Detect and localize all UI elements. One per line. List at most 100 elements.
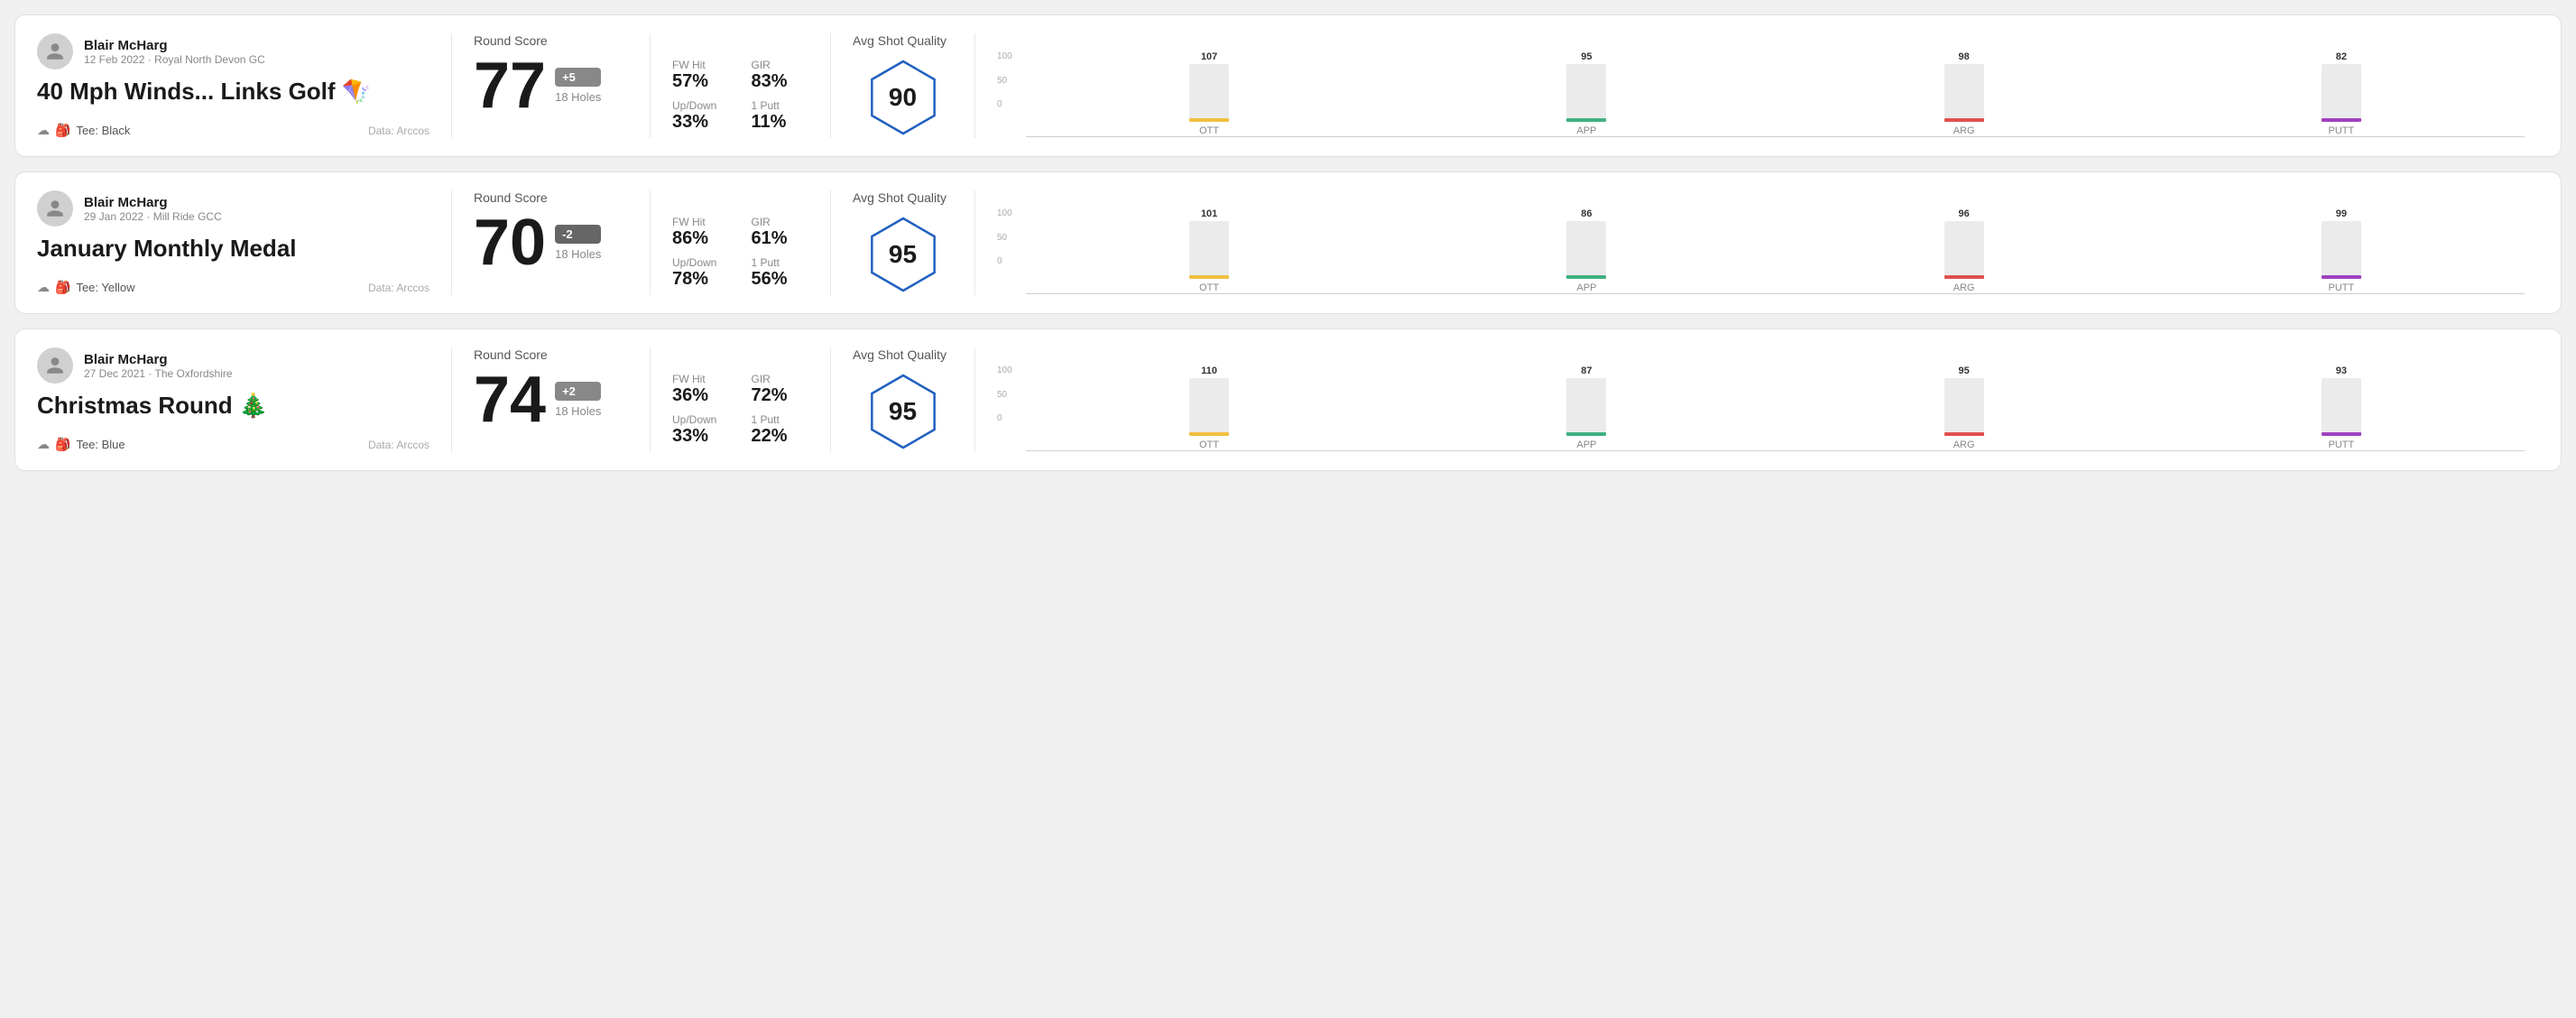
bar-value: 87 xyxy=(1581,366,1592,376)
hexagon: 95 xyxy=(863,214,944,295)
tee-label: Tee: Blue xyxy=(76,438,125,451)
bag-icon: 🎒 xyxy=(55,437,70,452)
bar-fill xyxy=(2322,432,2361,436)
updown-label: Up/Down xyxy=(672,413,730,426)
card-stats: FW Hit 86% GIR 61% Up/Down 78% 1 Putt 56… xyxy=(651,190,831,295)
score-holes: 18 Holes xyxy=(555,247,601,261)
card-quality: Avg Shot Quality 90 xyxy=(831,33,975,138)
updown-label: Up/Down xyxy=(672,256,730,269)
score-modifier-badge: +2 xyxy=(555,382,601,401)
gir-label: GIR xyxy=(752,59,809,71)
bar-group: 93 PUTT xyxy=(2158,366,2525,450)
bar-background xyxy=(1944,64,1984,122)
bar-fill xyxy=(2322,118,2361,122)
bar-fill xyxy=(1189,275,1229,279)
bar-value: 93 xyxy=(2336,366,2347,376)
bar-label: PUTT xyxy=(2329,440,2355,450)
stats-grid: FW Hit 36% GIR 72% Up/Down 33% 1 Putt 22… xyxy=(672,373,808,447)
gir-stat: GIR 83% xyxy=(752,59,809,92)
bar-fill xyxy=(1189,118,1229,122)
gir-label: GIR xyxy=(752,216,809,228)
card-left: Blair McHarg 27 Dec 2021 · The Oxfordshi… xyxy=(37,347,452,452)
bar-background xyxy=(2322,64,2361,122)
chart-container: 100 50 0 101 OTT 86 APP 96 xyxy=(997,208,2525,294)
bar-label: APP xyxy=(1576,440,1596,450)
bar-background xyxy=(1566,64,1606,122)
y-mid: 50 xyxy=(997,76,1012,86)
y-max: 100 xyxy=(997,51,1012,61)
bar-value: 96 xyxy=(1959,208,1970,219)
gir-stat: GIR 61% xyxy=(752,216,809,249)
y-min: 0 xyxy=(997,413,1012,423)
bar-fill xyxy=(1944,432,1984,436)
oneputt-stat: 1 Putt 11% xyxy=(752,99,809,133)
weather-icon: ☁ xyxy=(37,437,50,452)
bar-group: 86 APP xyxy=(1403,208,1769,293)
bar-group: 96 ARG xyxy=(1781,208,2147,293)
oneputt-label: 1 Putt xyxy=(752,413,809,426)
data-source: Data: Arccos xyxy=(368,439,429,451)
card-score: Round Score 74 +2 18 Holes xyxy=(452,347,651,452)
bar-value: 98 xyxy=(1959,51,1970,62)
bar-fill xyxy=(1566,275,1606,279)
quality-label: Avg Shot Quality xyxy=(853,190,946,205)
bar-label: ARG xyxy=(1953,125,1975,136)
gir-stat: GIR 72% xyxy=(752,373,809,406)
card-quality: Avg Shot Quality 95 xyxy=(831,347,975,452)
bar-value: 101 xyxy=(1201,208,1217,219)
oneputt-value: 11% xyxy=(752,112,809,133)
avatar xyxy=(37,347,73,384)
oneputt-stat: 1 Putt 22% xyxy=(752,413,809,447)
quality-score: 90 xyxy=(889,83,917,112)
card-chart: 100 50 0 101 OTT 86 APP 96 xyxy=(975,190,2539,295)
bar-label: OTT xyxy=(1199,440,1219,450)
weather-icon: ☁ xyxy=(37,123,50,138)
bar-value: 107 xyxy=(1201,51,1217,62)
updown-stat: Up/Down 33% xyxy=(672,413,730,447)
user-row: Blair McHarg 12 Feb 2022 · Royal North D… xyxy=(37,33,429,69)
card-chart: 100 50 0 107 OTT 95 APP 98 xyxy=(975,33,2539,138)
avatar xyxy=(37,190,73,227)
hexagon-container: 95 xyxy=(853,371,953,452)
bar-group: 95 ARG xyxy=(1781,366,2147,450)
bar-value: 82 xyxy=(2336,51,2347,62)
bar-label: ARG xyxy=(1953,282,1975,293)
user-meta: 12 Feb 2022 · Royal North Devon GC xyxy=(84,53,265,66)
round-title: Christmas Round 🎄 xyxy=(37,393,429,419)
bar-label: OTT xyxy=(1199,125,1219,136)
quality-score: 95 xyxy=(889,397,917,426)
chart-container: 100 50 0 107 OTT 95 APP 98 xyxy=(997,51,2525,137)
round-title: January Monthly Medal xyxy=(37,236,429,262)
bar-group: 110 OTT xyxy=(1026,366,1392,450)
score-holes: 18 Holes xyxy=(555,404,601,418)
quality-score: 95 xyxy=(889,240,917,269)
score-badge-col: +2 18 Holes xyxy=(555,382,601,418)
fw-hit-label: FW Hit xyxy=(672,216,730,228)
tee-label: Tee: Yellow xyxy=(76,281,134,294)
y-max: 100 xyxy=(997,208,1012,218)
gir-value: 83% xyxy=(752,71,809,92)
card-quality: Avg Shot Quality 95 xyxy=(831,190,975,295)
bag-icon: 🎒 xyxy=(55,280,70,295)
score-label: Round Score xyxy=(474,347,628,362)
person-icon xyxy=(45,199,65,218)
chart-container: 100 50 0 110 OTT 87 APP 95 xyxy=(997,366,2525,451)
bar-value: 110 xyxy=(1201,366,1217,376)
bar-label: PUTT xyxy=(2329,125,2355,136)
bar-group: 95 APP xyxy=(1403,51,1769,136)
card-bottom-row: ☁ 🎒 Tee: Black Data: Arccos xyxy=(37,123,429,138)
stats-grid: FW Hit 57% GIR 83% Up/Down 33% 1 Putt 11… xyxy=(672,59,808,133)
user-name: Blair McHarg xyxy=(84,352,233,367)
y-axis: 100 50 0 xyxy=(997,366,1012,423)
score-label: Round Score xyxy=(474,33,628,48)
bar-label: PUTT xyxy=(2329,282,2355,293)
bar-group: 82 PUTT xyxy=(2158,51,2525,136)
user-name: Blair McHarg xyxy=(84,38,265,53)
bar-fill xyxy=(1566,432,1606,436)
user-info: Blair McHarg 27 Dec 2021 · The Oxfordshi… xyxy=(84,352,233,380)
hexagon: 95 xyxy=(863,371,944,452)
score-label: Round Score xyxy=(474,190,628,205)
card-left: Blair McHarg 12 Feb 2022 · Royal North D… xyxy=(37,33,452,138)
quality-label: Avg Shot Quality xyxy=(853,33,946,48)
bar-background xyxy=(1566,378,1606,436)
